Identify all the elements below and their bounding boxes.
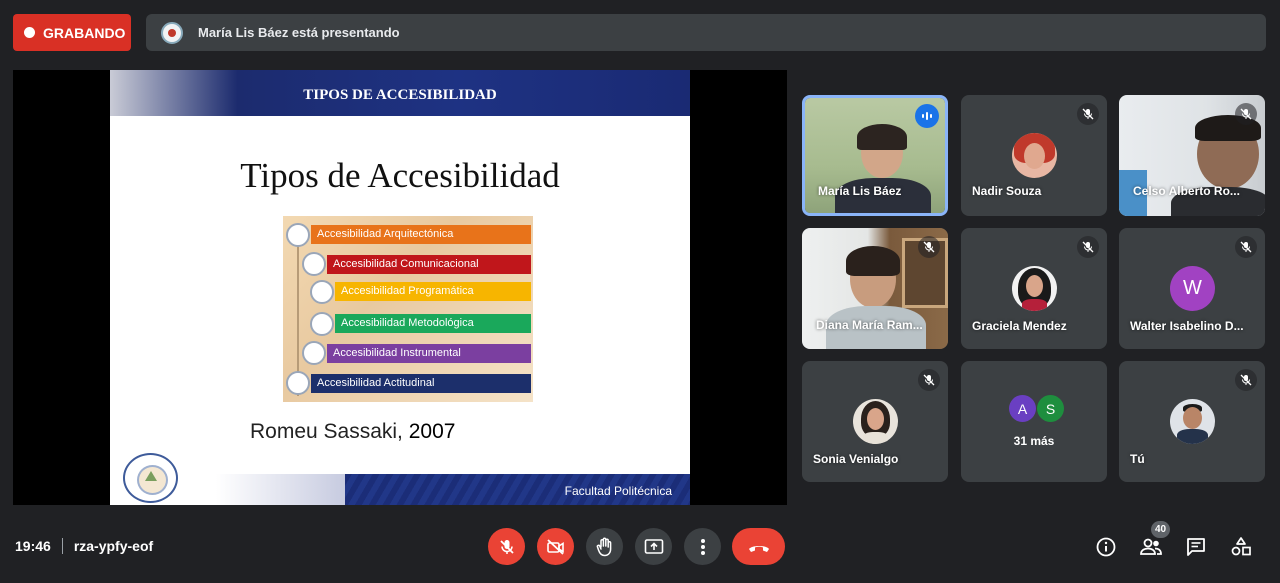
participant-tile[interactable]: Diana María Ram... <box>802 228 948 349</box>
diagram-bullet <box>310 280 334 304</box>
camera-toggle-button[interactable] <box>537 528 574 565</box>
mic-off-icon <box>1077 103 1099 125</box>
diagram-item: Accesibilidad Actitudinal <box>311 374 531 393</box>
citation-author: Romeu Sassaki, <box>250 420 403 443</box>
clock: 19:46 <box>15 538 51 554</box>
meeting-info: 19:46 rza-ypfy-eof <box>15 538 153 554</box>
slide-title: Tipos de Accesibilidad <box>240 156 560 195</box>
participant-tile[interactable]: María Lis Báez <box>802 95 948 216</box>
people-icon <box>1140 538 1162 555</box>
activities-button[interactable] <box>1229 535 1253 559</box>
participant-name: Sonia Venialgo <box>813 452 899 466</box>
participant-tile[interactable]: Nadir Souza <box>961 95 1107 216</box>
leave-call-button[interactable] <box>732 528 785 565</box>
speaking-indicator-icon <box>915 104 939 128</box>
present-screen-button[interactable] <box>635 528 672 565</box>
accessibility-diagram: Accesibilidad Arquitectónica Accesibilid… <box>283 216 533 402</box>
diagram-bullet <box>286 223 310 247</box>
presenting-text: María Lis Báez está presentando <box>198 25 400 40</box>
participant-name: Graciela Mendez <box>972 319 1067 333</box>
more-participants-tile[interactable]: A S 31 más <box>961 361 1107 482</box>
slide-citation: Romeu Sassaki, 2007 <box>250 420 455 444</box>
participant-tile[interactable]: W Walter Isabelino D... <box>1119 228 1265 349</box>
participant-avatar: W <box>1170 266 1215 311</box>
participant-name: Tú <box>1130 452 1145 466</box>
diagram-item: Accesibilidad Instrumental <box>327 344 531 363</box>
meeting-code[interactable]: rza-ypfy-eof <box>74 538 153 554</box>
participants-button[interactable] <box>1139 535 1163 559</box>
recording-label: GRABANDO <box>43 24 126 41</box>
presenting-banner: María Lis Báez está presentando <box>146 14 1266 51</box>
raise-hand-icon <box>596 537 611 556</box>
diagram-item: Accesibilidad Arquitectónica <box>311 225 531 244</box>
participant-avatar <box>1170 399 1215 444</box>
divider <box>61 538 63 554</box>
participant-avatar <box>1012 266 1057 311</box>
mic-off-icon <box>918 369 940 391</box>
mic-off-icon <box>1235 369 1257 391</box>
slide-footer: Facultad Politécnica <box>110 474 690 505</box>
chat-button[interactable] <box>1184 535 1208 559</box>
presenter-avatar <box>161 21 183 44</box>
info-icon <box>1096 537 1116 557</box>
camera-off-icon <box>546 538 564 555</box>
presentation-stage: TIPOS DE ACCESIBILIDAD Tipos de Accesibi… <box>13 70 787 505</box>
mic-off-icon <box>1235 103 1257 125</box>
more-participants-label: 31 más <box>1013 434 1055 448</box>
participant-avatar: S <box>1037 395 1064 422</box>
raise-hand-button[interactable] <box>586 528 623 565</box>
record-dot-icon <box>24 27 35 38</box>
participant-name: Celso Alberto Ro... <box>1133 184 1240 198</box>
university-seal-logo <box>123 453 178 503</box>
shared-slide: TIPOS DE ACCESIBILIDAD Tipos de Accesibi… <box>110 70 690 505</box>
mic-toggle-button[interactable] <box>488 528 525 565</box>
participant-avatar <box>1012 133 1057 178</box>
participant-avatar: A <box>1009 395 1036 422</box>
diagram-bullet <box>310 312 334 336</box>
mic-off-icon <box>918 236 940 258</box>
participant-name: María Lis Báez <box>818 184 902 198</box>
slide-header: TIPOS DE ACCESIBILIDAD <box>110 70 690 116</box>
diagram-bullet <box>302 341 326 365</box>
meeting-details-button[interactable] <box>1094 535 1118 559</box>
participant-tile[interactable]: Graciela Mendez <box>961 228 1107 349</box>
mic-off-icon <box>499 539 514 554</box>
participant-count-badge: 40 <box>1151 521 1170 538</box>
slide-header-text: TIPOS DE ACCESIBILIDAD <box>303 87 497 103</box>
end-call-icon <box>748 545 769 552</box>
participant-name: Diana María Ram... <box>816 318 923 332</box>
mic-off-icon <box>1235 236 1257 258</box>
participant-tile[interactable]: Sonia Venialgo <box>802 361 948 482</box>
present-icon <box>644 538 663 554</box>
diagram-item: Accesibilidad Programática <box>335 282 531 301</box>
participant-tile-self[interactable]: Tú <box>1119 361 1265 482</box>
mic-off-icon <box>1077 236 1099 258</box>
footer-text: Facultad Politécnica <box>564 484 672 498</box>
diagram-bullet <box>286 371 310 395</box>
diagram-bullet <box>302 252 326 276</box>
citation-year: 2007 <box>408 420 456 443</box>
more-options-button[interactable] <box>684 528 721 565</box>
diagram-item: Accesibilidad Comunicacional <box>327 255 531 274</box>
chat-icon <box>1187 538 1205 556</box>
diagram-item: Accesibilidad Metodológica <box>335 314 531 333</box>
participant-avatar <box>853 399 898 444</box>
recording-indicator[interactable]: GRABANDO <box>13 14 131 51</box>
more-options-icon <box>700 538 705 555</box>
participant-name: Walter Isabelino D... <box>1130 319 1244 333</box>
activities-icon <box>1231 537 1251 556</box>
participant-name: Nadir Souza <box>972 184 1042 198</box>
participant-tile[interactable]: Celso Alberto Ro... <box>1119 95 1265 216</box>
